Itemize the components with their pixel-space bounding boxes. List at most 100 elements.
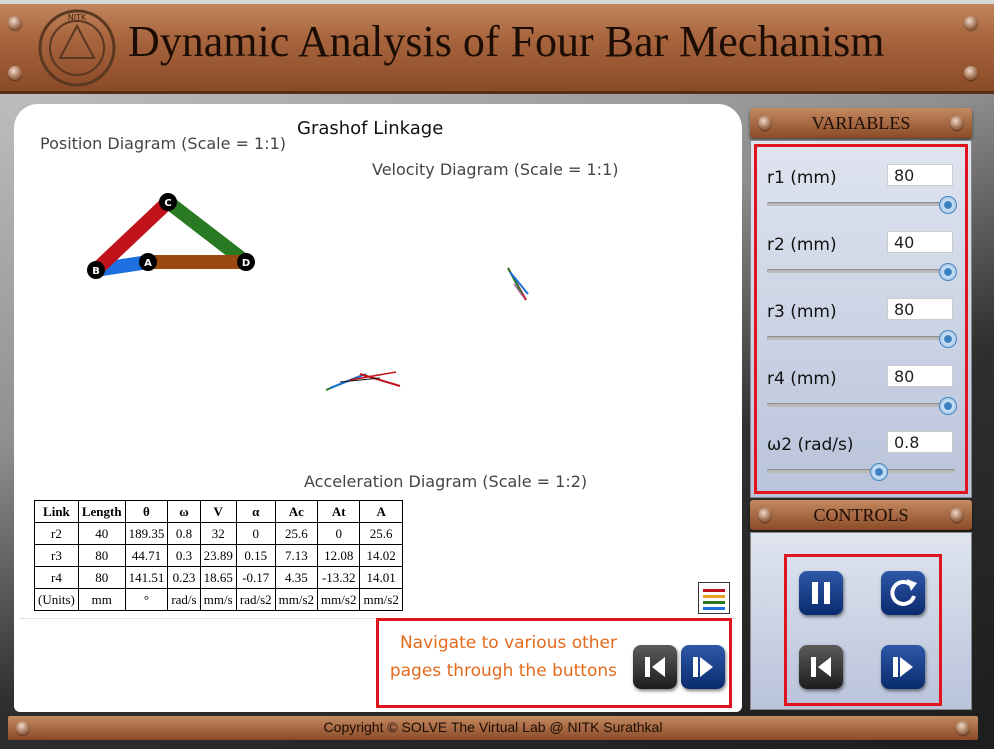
r4-slider-knob[interactable]: [939, 397, 957, 415]
table-cell: r3: [34, 544, 79, 567]
r4-slider[interactable]: [767, 403, 955, 407]
svg-text:NITK: NITK: [68, 13, 87, 22]
header-length: Length: [77, 500, 126, 523]
r2-slider[interactable]: [767, 269, 955, 273]
refresh-icon: [890, 579, 917, 606]
r3-slider[interactable]: [767, 336, 955, 340]
variable-omega2: ω2 (rad/s) 0.8: [767, 431, 963, 491]
joint-c: C: [159, 193, 177, 211]
variable-r4: r4 (mm) 80: [767, 365, 963, 425]
header-omega: ω: [167, 500, 201, 523]
app-header: NITK Dynamic Analysis of Four Bar Mechan…: [0, 0, 994, 94]
table-header-row: Link Length θ ω V α Ac At A: [34, 500, 403, 523]
table-cell: 141.51: [124, 566, 169, 589]
table-cell: °: [124, 588, 169, 611]
legend-toggle-button[interactable]: [698, 582, 730, 614]
navigation-hint: Navigate to various other pages through …: [389, 633, 617, 681]
table-row: r4 80 141.51 0.23 18.65 -0.17 4.35 -13.32 14.01: [34, 566, 403, 589]
svg-text:B: B: [92, 266, 100, 277]
pause-icon: [812, 582, 830, 604]
r3-slider-knob[interactable]: [939, 330, 957, 348]
skip-back-icon: [645, 657, 665, 677]
table-units-row: (Units) mm ° rad/s mm/s rad/s2 mm/s2 mm/s2 mm/s2: [34, 588, 403, 611]
variable-label: r1 (mm): [767, 168, 837, 188]
position-diagram-label: Position Diagram (Scale = 1:1): [40, 134, 287, 153]
svg-text:D: D: [242, 258, 250, 269]
variable-r1: r1 (mm) 80: [767, 164, 963, 224]
table-cell: 18.65: [199, 566, 237, 589]
table-cell: 23.89: [199, 544, 237, 567]
screw-icon: [964, 16, 978, 30]
step-forward-button[interactable]: [881, 645, 925, 689]
previous-page-button[interactable]: [633, 645, 677, 689]
table-cell: 0.3: [167, 544, 201, 567]
variable-label: r3 (mm): [767, 302, 837, 322]
table-row: r2 40 189.35 0.8 32 0 25.6 0 25.6: [34, 522, 403, 545]
variables-box: r1 (mm) 80 r2 (mm) 40 r3 (mm) 80 r4 (mm)…: [754, 144, 968, 494]
header-v: V: [199, 500, 237, 523]
table-cell: mm/s2: [359, 588, 403, 611]
r1-input[interactable]: 80: [887, 164, 953, 186]
joint-a: A: [139, 253, 157, 271]
svg-text:A: A: [144, 258, 152, 269]
r1-slider-knob[interactable]: [939, 196, 957, 214]
table-cell: 25.6: [359, 522, 403, 545]
variable-label: r4 (mm): [767, 369, 837, 389]
header-ac: Ac: [274, 500, 319, 523]
table-cell: 80: [77, 566, 126, 589]
table-cell: 4.35: [274, 566, 319, 589]
table-cell: 0: [235, 522, 276, 545]
controls-box: [784, 554, 942, 706]
r2-slider-knob[interactable]: [939, 263, 957, 281]
acceleration-diagram: [325, 371, 401, 391]
navigation-box: Navigate to various other pages through …: [376, 618, 732, 708]
variable-r2: r2 (mm) 40: [767, 231, 963, 291]
page-title: Dynamic Analysis of Four Bar Mechanism: [128, 17, 885, 66]
r3-input[interactable]: 80: [887, 298, 953, 320]
omega2-input[interactable]: 0.8: [887, 431, 953, 453]
r2-input[interactable]: 40: [887, 231, 953, 253]
table-cell: 189.35: [124, 522, 169, 545]
step-back-icon: [811, 657, 831, 677]
results-table: Link Length θ ω V α Ac At A r2 40 189.35 0.…: [34, 500, 403, 611]
table-cell: 0.15: [235, 544, 276, 567]
r1-slider[interactable]: [767, 202, 955, 206]
velocity-diagram-label: Velocity Diagram (Scale = 1:1): [372, 160, 619, 179]
r4-input[interactable]: 80: [887, 365, 953, 387]
screw-icon: [8, 66, 22, 80]
omega2-slider-knob[interactable]: [870, 463, 889, 481]
reset-button[interactable]: [881, 571, 925, 615]
controls-title: CONTROLS: [813, 505, 909, 525]
step-forward-icon: [893, 657, 913, 677]
table-cell: -13.32: [317, 566, 361, 589]
table-cell: mm/s: [199, 588, 237, 611]
table-cell: 0.8: [167, 522, 201, 545]
controls-header: CONTROLS: [750, 500, 972, 530]
table-cell: 12.08: [317, 544, 361, 567]
position-diagram: B A C D: [87, 193, 255, 279]
table-cell: 44.71: [124, 544, 169, 567]
table-cell: -0.17: [235, 566, 276, 589]
variable-r3: r3 (mm) 80: [767, 298, 963, 358]
table-cell: mm/s2: [317, 588, 361, 611]
table-cell: 7.13: [274, 544, 319, 567]
step-back-button[interactable]: [799, 645, 843, 689]
table-cell: rad/s2: [235, 588, 276, 611]
table-cell: 25.6: [274, 522, 319, 545]
copyright-text: Copyright © SOLVE The Virtual Lab @ NITK…: [323, 719, 663, 735]
table-cell: mm/s2: [274, 588, 319, 611]
table-cell: (Units): [34, 588, 79, 611]
table-cell: 32: [199, 522, 237, 545]
linkage-type-label: Grashof Linkage: [297, 118, 444, 139]
table-row: r3 80 44.71 0.3 23.89 0.15 7.13 12.08 14.02: [34, 544, 403, 567]
header-theta: θ: [124, 500, 169, 523]
svg-text:C: C: [164, 198, 171, 209]
header-a: A: [359, 500, 403, 523]
pause-button[interactable]: [799, 571, 843, 615]
footer: Copyright © SOLVE The Virtual Lab @ NITK…: [8, 716, 978, 740]
omega2-slider[interactable]: [767, 469, 955, 473]
header-top-strip: [0, 0, 994, 4]
skip-forward-icon: [693, 657, 713, 677]
velocity-diagram: [507, 267, 529, 301]
next-page-button[interactable]: [681, 645, 725, 689]
